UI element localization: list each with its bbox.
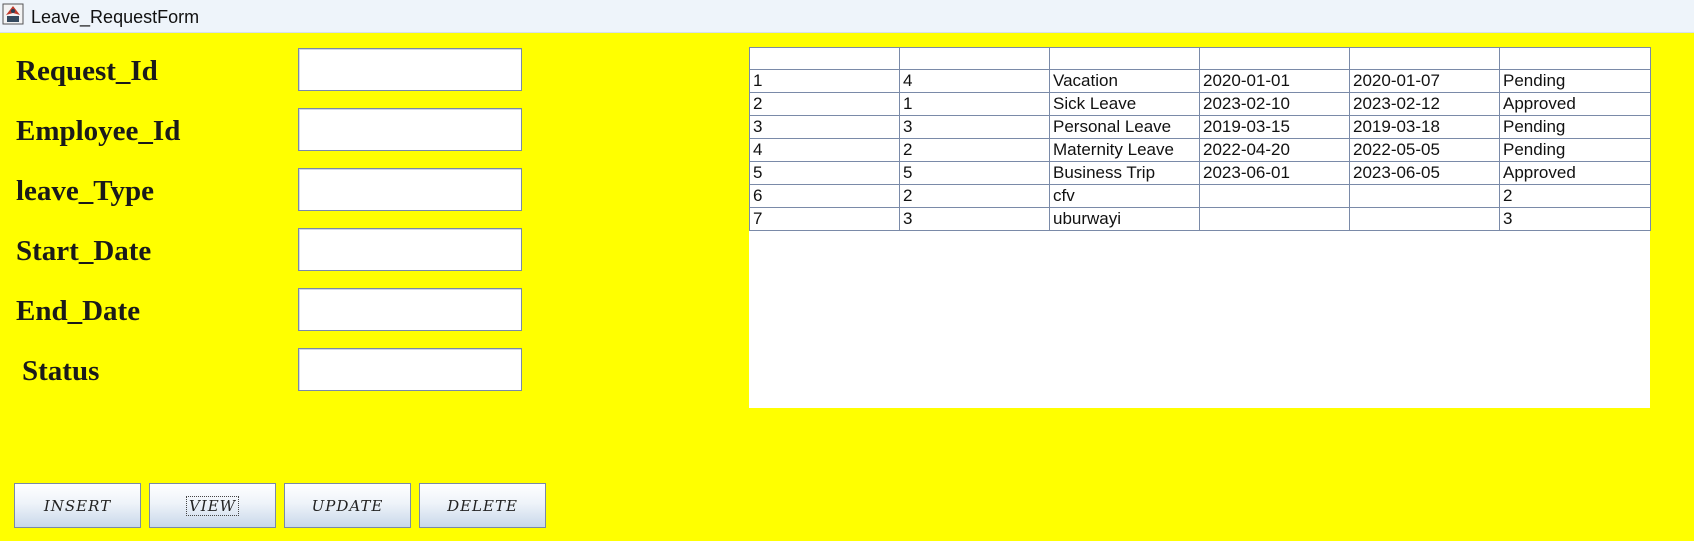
table-row[interactable]: 4 2 Maternity Leave 2022-04-20 2022-05-0… — [749, 138, 1651, 162]
view-button[interactable]: VIEW — [149, 483, 276, 528]
table-cell[interactable] — [1199, 184, 1350, 208]
start-date-field[interactable] — [298, 228, 522, 271]
table-cell[interactable]: 2 — [1499, 184, 1651, 208]
table-cell[interactable]: Pending — [1499, 69, 1651, 93]
java-app-icon — [2, 3, 24, 25]
window-title: Leave_RequestForm — [31, 7, 200, 27]
table-cell[interactable]: 3 — [899, 115, 1050, 139]
table-cell[interactable]: 2022-05-05 — [1349, 138, 1500, 162]
table-cell[interactable]: 2 — [749, 92, 900, 116]
table-cell[interactable]: 7 — [749, 207, 900, 231]
table-cell[interactable]: 1 — [899, 92, 1050, 116]
table-row[interactable]: 5 5 Business Trip 2023-06-01 2023-06-05 … — [749, 161, 1651, 185]
column-header[interactable] — [1349, 47, 1500, 70]
start-date-label: Start_Date — [16, 235, 152, 267]
status-label: Status — [22, 355, 100, 387]
table-cell[interactable]: Personal Leave — [1049, 115, 1200, 139]
table-row[interactable]: 2 1 Sick Leave 2023-02-10 2023-02-12 App… — [749, 92, 1651, 116]
table-cell[interactable]: 4 — [899, 69, 1050, 93]
table-cell[interactable] — [1349, 207, 1500, 231]
update-button[interactable]: UPDATE — [284, 483, 411, 528]
table-cell[interactable]: uburwayi — [1049, 207, 1200, 231]
table-row[interactable]: 7 3 uburwayi 3 — [749, 207, 1651, 231]
end-date-label: End_Date — [16, 295, 141, 327]
table-cell[interactable]: 2019-03-15 — [1199, 115, 1350, 139]
leave-type-field[interactable] — [298, 168, 522, 211]
table-cell[interactable]: 2020-01-07 — [1349, 69, 1500, 93]
table-cell[interactable]: 2023-02-10 — [1199, 92, 1350, 116]
table-cell[interactable] — [1199, 207, 1350, 231]
table-cell[interactable]: 6 — [749, 184, 900, 208]
request-id-field[interactable] — [298, 48, 522, 91]
column-header[interactable] — [1049, 47, 1200, 70]
table-cell[interactable]: 2023-02-12 — [1349, 92, 1500, 116]
table-cell[interactable]: 2022-04-20 — [1199, 138, 1350, 162]
table-cell[interactable]: Pending — [1499, 138, 1651, 162]
leave-type-label: leave_Type — [16, 175, 154, 207]
table-cell[interactable]: Approved — [1499, 92, 1651, 116]
table-cell[interactable]: 2 — [899, 138, 1050, 162]
view-button-label: VIEW — [185, 495, 240, 516]
table-cell[interactable]: 4 — [749, 138, 900, 162]
table-cell[interactable]: 2023-06-05 — [1349, 161, 1500, 185]
table-row[interactable]: 6 2 cfv 2 — [749, 184, 1651, 208]
table-cell[interactable]: 2019-03-18 — [1349, 115, 1500, 139]
table-cell[interactable]: 5 — [749, 161, 900, 185]
table-cell[interactable]: 5 — [899, 161, 1050, 185]
table-cell[interactable]: Maternity Leave — [1049, 138, 1200, 162]
employee-id-field[interactable] — [298, 108, 522, 151]
column-header[interactable] — [899, 47, 1050, 70]
title-bar: Leave_RequestForm — [0, 0, 1694, 33]
table-cell[interactable]: 3 — [899, 207, 1050, 231]
column-header[interactable] — [1499, 47, 1651, 70]
data-grid: 1 4 Vacation 2020-01-01 2020-01-07 Pendi… — [749, 47, 1651, 231]
table-cell[interactable]: 2 — [899, 184, 1050, 208]
table-header-row[interactable] — [749, 47, 1651, 70]
column-header[interactable] — [749, 47, 900, 70]
leave-requests-table[interactable]: 1 4 Vacation 2020-01-01 2020-01-07 Pendi… — [749, 47, 1651, 408]
table-cell[interactable]: Business Trip — [1049, 161, 1200, 185]
table-cell[interactable]: 3 — [1499, 207, 1651, 231]
table-cell[interactable]: Sick Leave — [1049, 92, 1200, 116]
delete-button[interactable]: DELETE — [419, 483, 546, 528]
request-id-label: Request_Id — [16, 55, 158, 87]
status-field[interactable] — [298, 348, 522, 391]
table-cell[interactable]: 2023-06-01 — [1199, 161, 1350, 185]
table-row[interactable]: 1 4 Vacation 2020-01-01 2020-01-07 Pendi… — [749, 69, 1651, 93]
table-cell[interactable]: Approved — [1499, 161, 1651, 185]
column-header[interactable] — [1199, 47, 1350, 70]
insert-button[interactable]: INSERT — [14, 483, 141, 528]
end-date-field[interactable] — [298, 288, 522, 331]
table-cell[interactable]: cfv — [1049, 184, 1200, 208]
employee-id-label: Employee_Id — [16, 115, 181, 147]
table-row[interactable]: 3 3 Personal Leave 2019-03-15 2019-03-18… — [749, 115, 1651, 139]
table-cell[interactable]: Vacation — [1049, 69, 1200, 93]
table-cell[interactable]: 1 — [749, 69, 900, 93]
table-cell[interactable]: Pending — [1499, 115, 1651, 139]
table-cell[interactable]: 3 — [749, 115, 900, 139]
table-cell[interactable]: 2020-01-01 — [1199, 69, 1350, 93]
table-cell[interactable] — [1349, 184, 1500, 208]
